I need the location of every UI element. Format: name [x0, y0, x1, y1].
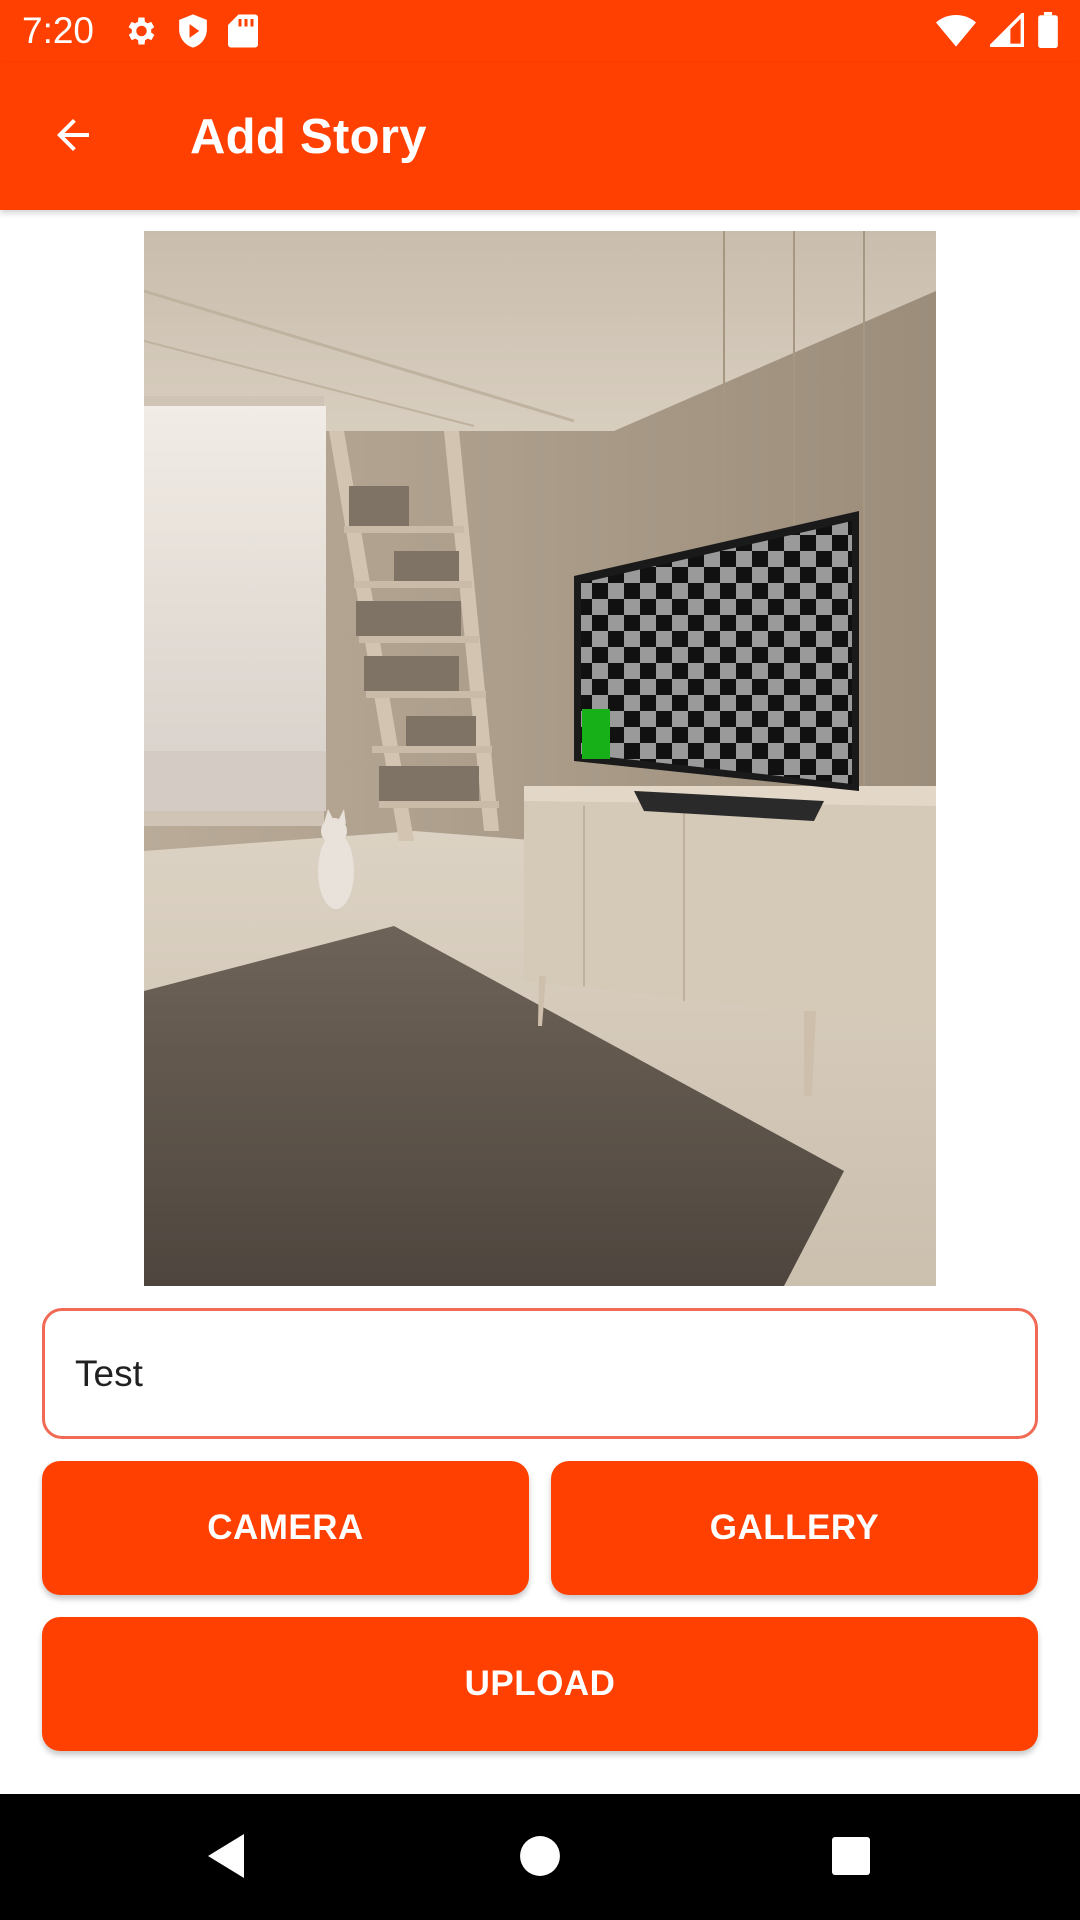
- wifi-icon: [936, 13, 976, 47]
- status-icons-right: [936, 12, 1058, 48]
- upload-button[interactable]: UPLOAD: [42, 1617, 1038, 1751]
- nav-back-button[interactable]: [186, 1822, 266, 1894]
- battery-icon: [1038, 12, 1058, 48]
- gallery-button[interactable]: GALLERY: [551, 1461, 1038, 1595]
- back-triangle-icon: [204, 1832, 248, 1885]
- navigation-bar: [0, 1794, 1080, 1920]
- recents-square-icon: [831, 1836, 871, 1881]
- status-bar: 7:20: [0, 0, 1080, 63]
- nav-recents-button[interactable]: [811, 1822, 891, 1894]
- play-protect-icon: [176, 13, 210, 49]
- cellular-signal-icon: [990, 13, 1024, 47]
- settings-icon: [122, 13, 158, 49]
- back-button[interactable]: [28, 97, 118, 177]
- home-circle-icon: [519, 1835, 561, 1882]
- camera-button[interactable]: CAMERA: [42, 1461, 529, 1595]
- nav-home-button[interactable]: [500, 1822, 580, 1894]
- preview-illustration: [144, 231, 936, 1286]
- sd-card-icon: [228, 13, 258, 49]
- screen: 7:20 Add Story Test CAMERA GALLERY UPLOA…: [0, 0, 1080, 1920]
- status-time: 7:20: [22, 10, 95, 51]
- story-description-field[interactable]: [42, 1308, 1038, 1439]
- status-icons-left: [122, 13, 258, 49]
- arrow-back-icon: [49, 111, 97, 164]
- page-title: Add Story: [190, 110, 427, 164]
- app-bar: Add Story: [0, 63, 1080, 210]
- story-description-input[interactable]: [75, 1311, 1005, 1436]
- image-preview: [144, 231, 936, 1286]
